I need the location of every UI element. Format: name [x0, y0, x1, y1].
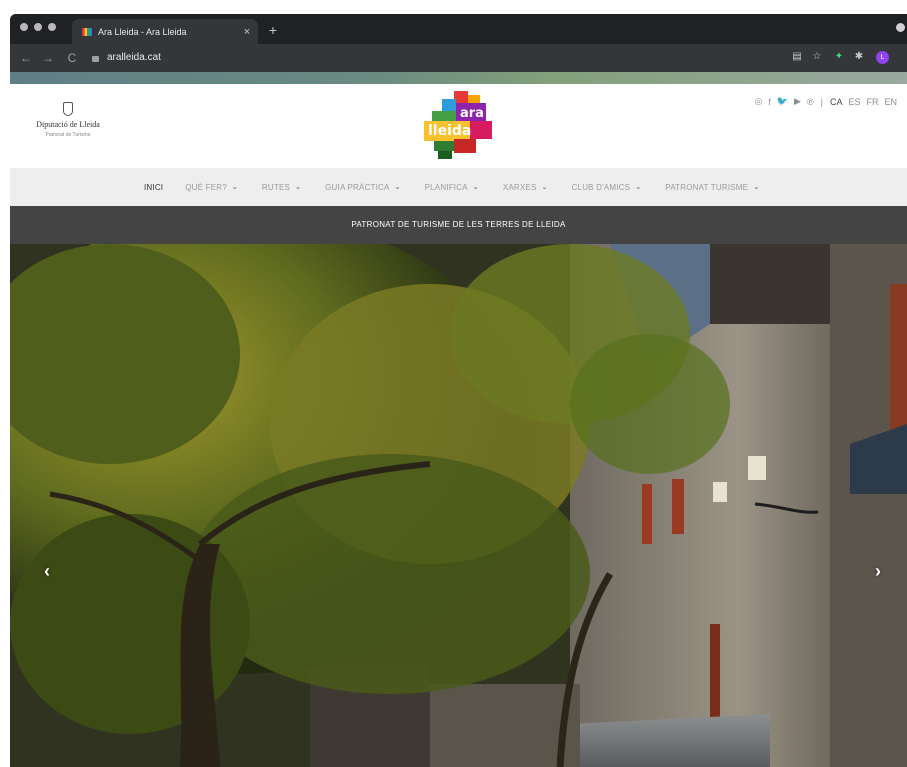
nav-item-xarxes[interactable]: XARXES ⌄ [503, 183, 548, 192]
nav-label: PATRONAT TURISME [665, 182, 749, 192]
hero-slider[interactable]: ‹ › [10, 244, 907, 767]
nav-item-guia-practica[interactable]: GUIA PRÀCTICA ⌄ [325, 183, 400, 192]
page-viewport: Diputació de Lleida Patronat de Turisme … [10, 72, 907, 767]
diputacio-logo[interactable]: Diputació de Lleida Patronat de Turisme [20, 102, 116, 138]
nav-label: GUIA PRÀCTICA [325, 182, 390, 192]
browser-toolbar: ← → C aralleida.cat ▤ ☆ ✦ ✱ L [10, 44, 907, 72]
hero-image [10, 244, 907, 767]
chevron-down-icon: ⌄ [295, 184, 302, 191]
bookmark-star-icon[interactable]: ☆ [810, 50, 824, 64]
nav-label: CLUB D'AMICS [571, 182, 631, 192]
lang-fr[interactable]: FR [866, 97, 878, 107]
nav-item-planifica[interactable]: PLANIFICA ⌄ [425, 183, 479, 192]
browser-window: Ara Lleida - Ara Lleida × + ← → C aralle… [10, 14, 907, 767]
chevron-down-icon: ⌄ [394, 184, 401, 191]
nav-item-rutes[interactable]: RUTES ⌄ [262, 183, 301, 192]
nav-item-inici[interactable]: INICI [144, 183, 163, 192]
nav-item-que-fer[interactable]: QUÈ FER? ⌄ [185, 183, 238, 192]
subtitle-bar: PATRONAT DE TURISME DE LES TERRES DE LLE… [10, 206, 907, 244]
chevron-down-icon: ⌄ [231, 184, 238, 191]
instagram-icon[interactable]: ◎ [754, 96, 762, 107]
crest-icon [63, 102, 73, 116]
lang-en[interactable]: EN [884, 97, 897, 107]
forward-arrow-icon[interactable]: → [40, 49, 56, 67]
slider-prev-arrow-icon[interactable]: ‹ [36, 560, 58, 582]
main-navigation: INICI QUÈ FER? ⌄ RUTES ⌄ GUIA PRÀCTICA ⌄… [10, 168, 907, 206]
browser-tab-active[interactable]: Ara Lleida - Ara Lleida × [72, 19, 258, 44]
facebook-icon[interactable]: f [768, 97, 771, 107]
ara-lleida-logo[interactable]: ara lleida [424, 91, 496, 159]
nav-item-club-amics[interactable]: CLUB D'AMICS ⌄ [572, 183, 642, 192]
diputacio-name: Diputació de Lleida [36, 120, 100, 129]
chevron-down-icon: ⌄ [635, 184, 642, 191]
url-text: aralleida.cat [107, 52, 161, 63]
nav-item-patronat-turisme[interactable]: PATRONAT TURISME ⌄ [665, 183, 759, 192]
lang-ca[interactable]: CA [830, 97, 843, 107]
site-favicon-icon [82, 27, 92, 36]
address-bar[interactable]: aralleida.cat [92, 49, 792, 67]
logo-word-ara: ara [460, 106, 484, 121]
nav-label: QUÈ FER? [185, 182, 227, 192]
tab-title: Ara Lleida - Ara Lleida [98, 26, 187, 37]
reload-icon[interactable]: C [64, 49, 80, 67]
maximize-window-button[interactable] [48, 23, 56, 31]
translate-icon[interactable]: ▤ [790, 50, 804, 64]
chevron-down-icon: ⌄ [753, 184, 760, 191]
diputacio-subtitle: Patronat de Turisme [45, 132, 91, 138]
back-arrow-icon[interactable]: ← [18, 49, 34, 67]
slider-next-arrow-icon[interactable]: › [867, 560, 889, 582]
lang-es[interactable]: ES [848, 97, 860, 107]
nav-label: RUTES [261, 182, 291, 192]
profile-avatar[interactable]: L [876, 51, 889, 64]
chevron-down-icon: ⌄ [472, 184, 479, 191]
chevron-down-icon: ⌄ [541, 184, 548, 191]
tab-strip: Ara Lleida - Ara Lleida × + [10, 14, 907, 44]
separator: | [820, 96, 823, 107]
minimize-window-button[interactable] [34, 23, 42, 31]
close-window-button[interactable] [20, 23, 28, 31]
youtube-icon[interactable]: ▶ [794, 96, 801, 107]
close-tab-icon[interactable]: × [236, 26, 258, 38]
pinterest-icon[interactable]: ℗ [807, 97, 814, 107]
nav-label: PLANIFICA [424, 182, 468, 192]
top-color-band [10, 72, 907, 84]
logo-word-lleida: lleida [428, 123, 472, 139]
lock-icon [92, 56, 99, 62]
twitter-icon[interactable]: 🐦 [777, 96, 788, 107]
site-header: Diputació de Lleida Patronat de Turisme … [10, 84, 907, 168]
nav-label: XARXES [502, 182, 537, 192]
social-and-language-bar: ◎ f 🐦 ▶ ℗ | CA ES FR EN [748, 96, 897, 107]
new-tab-button[interactable]: + [264, 21, 282, 39]
browser-menu-icon[interactable] [896, 23, 905, 32]
extension-icon[interactable]: ✦ [832, 50, 846, 64]
puzzle-extensions-icon[interactable]: ✱ [852, 50, 866, 64]
nav-label: INICI [144, 182, 164, 192]
